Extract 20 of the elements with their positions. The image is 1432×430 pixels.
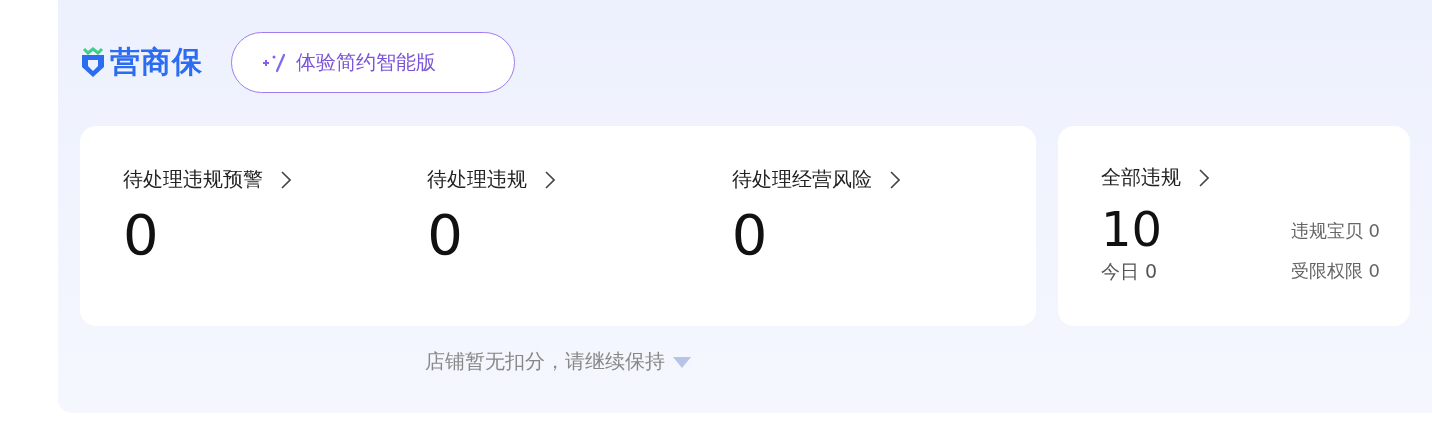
chevron-right-icon	[545, 170, 556, 189]
pending-count: 0	[731, 207, 769, 263]
pending-link[interactable]: 待处理违规预警	[123, 166, 291, 193]
shield-logo-icon	[80, 46, 106, 79]
pending-count: 0	[427, 207, 464, 263]
expand-caret-icon[interactable]	[673, 355, 691, 368]
all-violations-link[interactable]: 全部违规	[1101, 164, 1209, 191]
today-count: 今日 0	[1101, 259, 1159, 284]
try-smart-version-button[interactable]: 体验简约智能版	[231, 32, 515, 93]
pending-link[interactable]: 待处理违规	[427, 166, 556, 193]
chevron-right-icon	[1199, 168, 1209, 187]
pending-link[interactable]: 待处理经营风险	[731, 166, 900, 193]
status-message: 店铺暂无扣分，请继续保持	[425, 348, 665, 375]
violation-count: 10	[1101, 205, 1163, 253]
brand-name: 营商保	[110, 43, 203, 81]
detail-stat: 违规宝贝 0	[1290, 219, 1380, 243]
chevron-right-icon	[281, 170, 291, 189]
chevron-right-icon	[889, 170, 900, 189]
pending-count: 0	[123, 207, 160, 263]
detail-stat: 受限权限 0	[1290, 259, 1380, 283]
